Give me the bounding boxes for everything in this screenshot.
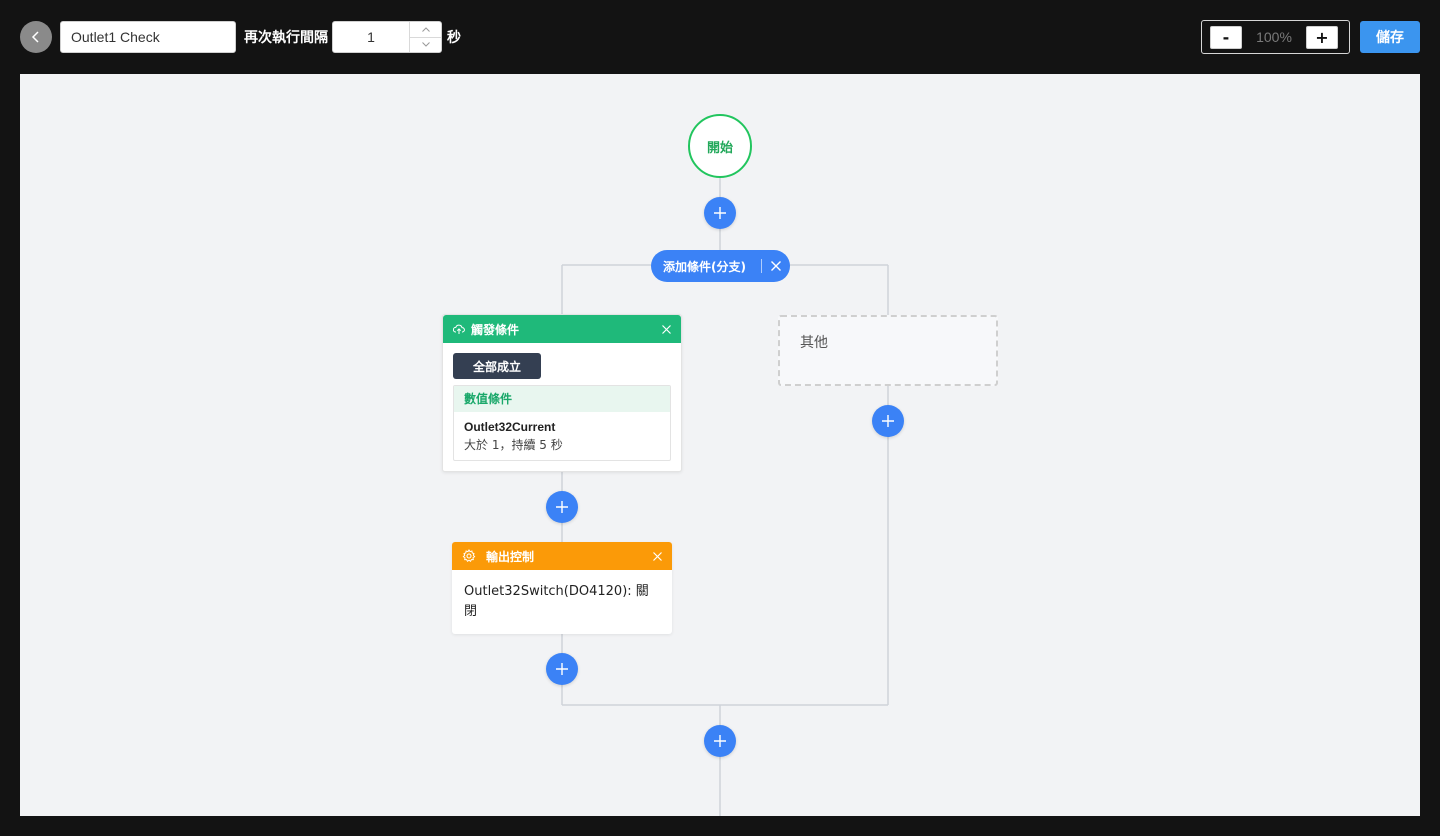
add-branch-label[interactable]: 添加條件(分支)	[651, 258, 761, 275]
zoom-control: - 100% +	[1201, 20, 1350, 54]
close-icon	[653, 551, 662, 561]
interval-stepper[interactable]: 1	[332, 21, 442, 53]
trigger-card-header: 觸發條件	[443, 315, 681, 343]
back-button[interactable]	[20, 21, 52, 53]
seconds-label: 秒	[447, 30, 461, 46]
plus-icon	[556, 663, 568, 675]
add-step-button[interactable]	[704, 197, 736, 229]
output-action-text: Outlet32Switch(DO4120): 關閉	[464, 584, 649, 619]
plus-icon	[714, 735, 726, 747]
rule-name-input[interactable]: Outlet1 Check	[60, 21, 236, 53]
zoom-out-button[interactable]: -	[1210, 26, 1242, 49]
chevron-up-icon	[421, 27, 430, 32]
stepper-down-button[interactable]	[410, 36, 441, 53]
output-card-header: 輸出控制	[452, 542, 672, 570]
chevron-left-icon	[31, 31, 39, 43]
save-button[interactable]: 儲存	[1360, 21, 1420, 53]
output-control-card[interactable]: 輸出控制 Outlet32Switch(DO4120): 關閉	[452, 542, 672, 634]
gear-icon	[462, 549, 476, 563]
output-close-button[interactable]	[653, 551, 662, 561]
add-step-button[interactable]	[704, 725, 736, 757]
interval-value[interactable]: 1	[333, 22, 409, 52]
trigger-card-title: 觸發條件	[471, 322, 520, 337]
plus-icon	[714, 207, 726, 219]
condition-type-label: 數值條件	[454, 386, 670, 412]
stepper-up-button[interactable]	[410, 22, 441, 37]
interval-label: 再次執行間隔	[244, 30, 328, 46]
output-card-title: 輸出控制	[486, 549, 535, 564]
trigger-close-button[interactable]	[662, 324, 671, 334]
rule-name-value: Outlet1 Check	[71, 29, 160, 45]
stepper-controls	[409, 22, 441, 52]
plus-icon	[882, 415, 894, 427]
cloud-upload-icon	[453, 324, 465, 334]
add-step-button[interactable]	[546, 653, 578, 685]
condition-name: Outlet32Current	[464, 420, 556, 434]
add-step-button[interactable]	[546, 491, 578, 523]
zoom-level: 100%	[1256, 29, 1292, 45]
close-icon	[662, 324, 671, 334]
trigger-condition-card[interactable]: 觸發條件 全部成立 數值條件 Outlet32Current 大於 1，持續 5…	[442, 314, 682, 472]
flow-canvas[interactable]: 開始 添加條件(分支) 觸發條件 全部成立 數值條件 Outlet32Curre…	[20, 74, 1420, 816]
chevron-down-icon	[421, 42, 430, 47]
condition-description: 大於 1，持續 5 秒	[464, 438, 563, 452]
add-branch-pill[interactable]: 添加條件(分支)	[651, 250, 790, 282]
zoom-in-button[interactable]: +	[1306, 26, 1338, 49]
all-satisfied-button[interactable]: 全部成立	[453, 353, 541, 379]
connector-lines	[561, 178, 889, 816]
remove-branch-button[interactable]	[762, 261, 790, 271]
add-step-button[interactable]	[872, 405, 904, 437]
close-icon	[771, 261, 781, 271]
plus-icon	[556, 501, 568, 513]
start-node[interactable]: 開始	[688, 114, 752, 178]
numeric-condition[interactable]: 數值條件 Outlet32Current 大於 1，持續 5 秒	[453, 385, 671, 461]
other-branch-card[interactable]: 其他	[778, 315, 998, 386]
